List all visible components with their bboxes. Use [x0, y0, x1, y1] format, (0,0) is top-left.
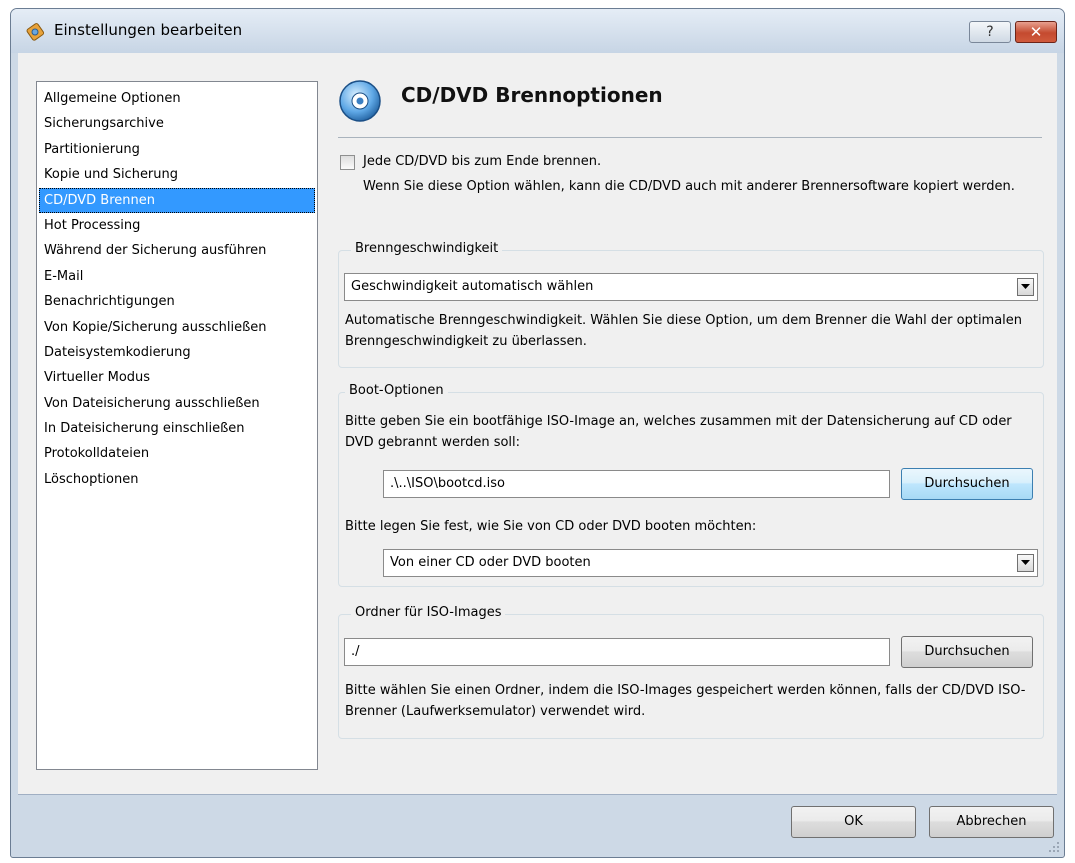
title-bar[interactable]: Einstellungen bearbeiten ? ✕: [11, 9, 1064, 53]
chevron-down-icon[interactable]: [1017, 554, 1034, 572]
sidebar-item[interactable]: E-Mail: [39, 264, 315, 289]
cancel-button[interactable]: Abbrechen: [929, 806, 1054, 838]
iso-folder-description: Bitte wählen Sie einen Ordner, indem die…: [345, 683, 1026, 719]
resize-grip-icon[interactable]: [1048, 841, 1060, 853]
burn-speed-value: Geschwindigkeit automatisch wählen: [351, 279, 594, 294]
sidebar-item[interactable]: Während der Sicherung ausführen: [39, 238, 315, 263]
burn-to-end-description: Wenn Sie diese Option wählen, kann die C…: [363, 179, 1015, 194]
sidebar-item[interactable]: Löschoptionen: [39, 467, 315, 492]
boot-iso-path-input[interactable]: .\..\ISO\bootcd.iso: [383, 470, 890, 498]
sidebar-item[interactable]: Von Dateisicherung ausschließen: [39, 391, 315, 416]
sidebar-item[interactable]: Hot Processing: [39, 213, 315, 238]
boot-options-description: Bitte geben Sie ein bootfähige ISO-Image…: [345, 414, 1012, 450]
boot-mode-label: Bitte legen Sie fest, wie Sie von CD ode…: [345, 519, 757, 534]
sidebar-item[interactable]: Dateisystemkodierung: [39, 340, 315, 365]
sidebar-item[interactable]: CD/DVD Brennen: [39, 187, 315, 213]
sidebar-item[interactable]: Virtueller Modus: [39, 365, 315, 390]
iso-folder-path-input[interactable]: ./: [344, 638, 890, 666]
iso-folder-browse-button[interactable]: Durchsuchen: [901, 636, 1033, 668]
chevron-down-icon[interactable]: [1017, 278, 1034, 296]
window-title: Einstellungen bearbeiten: [54, 21, 243, 39]
burn-to-end-checkbox[interactable]: [340, 155, 355, 170]
sidebar-item[interactable]: In Dateisicherung einschließen: [39, 416, 315, 441]
settings-dialog: Einstellungen bearbeiten ? ✕ Allgemeine …: [10, 8, 1065, 858]
ok-button[interactable]: OK: [791, 806, 916, 838]
boot-mode-select[interactable]: Von einer CD oder DVD booten: [383, 549, 1038, 577]
burn-to-end-label[interactable]: Jede CD/DVD bis zum Ende brennen.: [363, 154, 601, 169]
help-button[interactable]: ?: [969, 21, 1011, 43]
sidebar-item[interactable]: Protokolldateien: [39, 441, 315, 466]
settings-app-icon: [26, 23, 45, 41]
boot-mode-value: Von einer CD oder DVD booten: [390, 555, 591, 570]
page-title: CD/DVD Brennoptionen: [401, 83, 663, 107]
cd-dvd-icon: [339, 80, 381, 122]
sidebar-item[interactable]: Benachrichtigungen: [39, 289, 315, 314]
iso-folder-group-title: Ordner für ISO-Images: [351, 605, 506, 620]
boot-iso-browse-button[interactable]: Durchsuchen: [901, 468, 1033, 500]
close-button[interactable]: ✕: [1015, 21, 1057, 43]
burn-speed-group-title: Brenngeschwindigkeit: [351, 241, 503, 256]
title-separator: [338, 137, 1042, 138]
sidebar-item[interactable]: Partitionierung: [39, 137, 315, 162]
burn-speed-select[interactable]: Geschwindigkeit automatisch wählen: [344, 273, 1038, 301]
options-category-list[interactable]: Allgemeine Optionen Sicherungsarchive Part…: [36, 81, 318, 770]
footer-separator: [18, 794, 1057, 795]
burn-speed-description: Automatische Brenngeschwindigkeit. Wähle…: [345, 313, 1023, 349]
sidebar-item[interactable]: Sicherungsarchive: [39, 111, 315, 136]
sidebar-item[interactable]: Von Kopie/Sicherung ausschließen: [39, 315, 315, 340]
boot-options-group-title: Boot-Optionen: [345, 383, 448, 398]
sidebar-item[interactable]: Kopie und Sicherung: [39, 162, 315, 187]
dialog-content: Allgemeine Optionen Sicherungsarchive Part…: [18, 53, 1057, 794]
sidebar-item[interactable]: Allgemeine Optionen: [39, 86, 315, 111]
